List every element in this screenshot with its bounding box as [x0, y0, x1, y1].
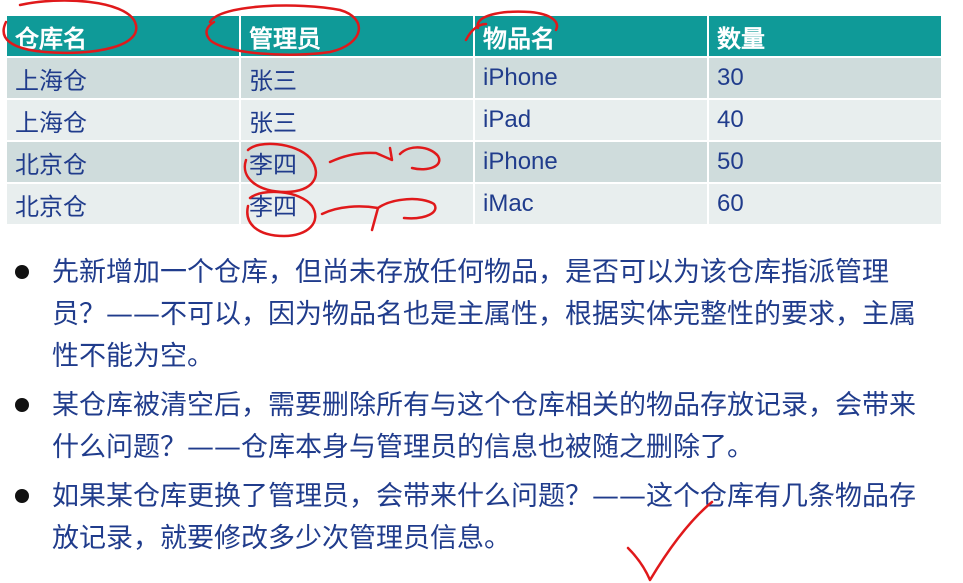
cell-quantity: 40 — [709, 98, 941, 140]
cell-warehouse: 上海仓 — [7, 98, 241, 140]
bullet-dot-icon — [15, 398, 29, 412]
cell-item: iPad — [475, 98, 709, 140]
cell-item: iMac — [475, 182, 709, 224]
header-item-name: 物品名 — [475, 16, 709, 56]
header-warehouse-name: 仓库名 — [7, 16, 241, 56]
cell-quantity: 60 — [709, 182, 941, 224]
cell-manager: 李四 — [241, 182, 475, 224]
header-quantity: 数量 — [709, 16, 941, 56]
table-row: 上海仓 张三 iPhone 30 — [7, 56, 941, 98]
cell-item: iPhone — [475, 56, 709, 98]
cell-manager: 李四 — [241, 140, 475, 182]
slide: 仓库名 管理员 物品名 数量 上海仓 张三 iPhone 30 上海仓 张三 i… — [0, 0, 963, 583]
bullet-list: 先新增加一个仓库，但尚未存放任何物品，是否可以为该仓库指派管理员？——不可以，因… — [12, 252, 942, 567]
table-row: 北京仓 李四 iPhone 50 — [7, 140, 941, 182]
warehouse-table: 仓库名 管理员 物品名 数量 上海仓 张三 iPhone 30 上海仓 张三 i… — [7, 16, 941, 224]
header-manager: 管理员 — [241, 16, 475, 56]
cell-manager: 张三 — [241, 98, 475, 140]
table-row: 上海仓 张三 iPad 40 — [7, 98, 941, 140]
cell-warehouse: 上海仓 — [7, 56, 241, 98]
list-item: 如果某仓库更换了管理员，会带来什么问题？——这个仓库有几条物品存放记录，就要修改… — [12, 476, 942, 560]
cell-quantity: 30 — [709, 56, 941, 98]
cell-manager: 张三 — [241, 56, 475, 98]
cell-warehouse: 北京仓 — [7, 182, 241, 224]
bullet-text: 如果某仓库更换了管理员，会带来什么问题？——这个仓库有几条物品存放记录，就要修改… — [52, 481, 916, 554]
list-item: 某仓库被清空后，需要删除所有与这个仓库相关的物品存放记录，会带来什么问题？——仓… — [12, 385, 942, 469]
table-header-row: 仓库名 管理员 物品名 数量 — [7, 16, 941, 56]
bullet-text: 先新增加一个仓库，但尚未存放任何物品，是否可以为该仓库指派管理员？——不可以，因… — [52, 257, 916, 372]
cell-quantity: 50 — [709, 140, 941, 182]
bullet-dot-icon — [15, 265, 29, 279]
bullet-text: 某仓库被清空后，需要删除所有与这个仓库相关的物品存放记录，会带来什么问题？——仓… — [52, 390, 916, 463]
table-row: 北京仓 李四 iMac 60 — [7, 182, 941, 224]
bullet-dot-icon — [15, 489, 29, 503]
cell-warehouse: 北京仓 — [7, 140, 241, 182]
cell-item: iPhone — [475, 140, 709, 182]
list-item: 先新增加一个仓库，但尚未存放任何物品，是否可以为该仓库指派管理员？——不可以，因… — [12, 252, 942, 378]
